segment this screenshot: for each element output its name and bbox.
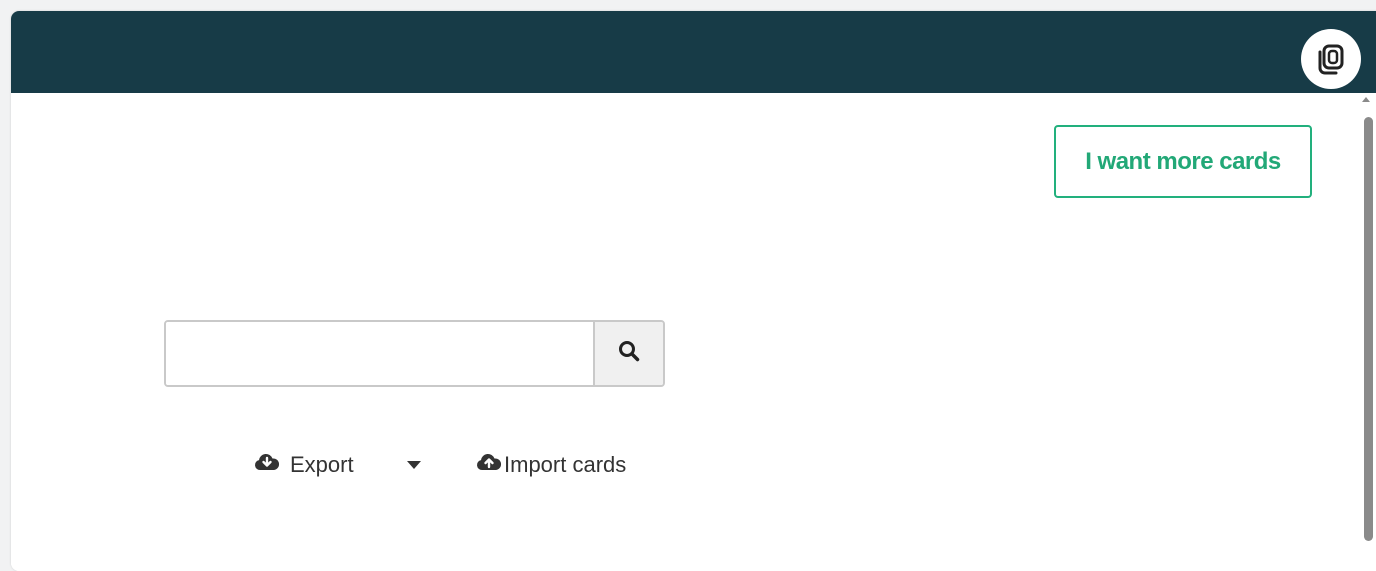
actions-row: Export Import cards	[11, 445, 811, 485]
import-cards-button[interactable]: Import cards	[476, 445, 626, 485]
top-bar	[11, 11, 1376, 93]
app-window: I want more cards Export Import cards	[11, 11, 1376, 571]
more-cards-label: I want more cards	[1085, 147, 1281, 175]
more-cards-button[interactable]: I want more cards	[1054, 125, 1312, 198]
export-label: Export	[290, 452, 354, 477]
search-icon	[618, 340, 640, 367]
copy-cards-icon[interactable]	[1301, 29, 1361, 89]
scrollbar-thumb[interactable]	[1364, 117, 1373, 541]
cloud-download-icon	[254, 452, 280, 478]
import-cards-label: Import cards	[504, 452, 627, 477]
search-group	[164, 320, 665, 387]
caret-down-icon	[407, 456, 421, 474]
cloud-upload-icon	[476, 452, 502, 478]
search-button[interactable]	[593, 322, 663, 385]
scroll-up-arrow-icon[interactable]	[1362, 97, 1370, 102]
main-content: I want more cards Export Import cards	[11, 93, 1376, 571]
export-dropdown-toggle[interactable]	[403, 445, 425, 485]
export-button[interactable]: Export	[254, 445, 354, 485]
search-input[interactable]	[166, 322, 593, 385]
